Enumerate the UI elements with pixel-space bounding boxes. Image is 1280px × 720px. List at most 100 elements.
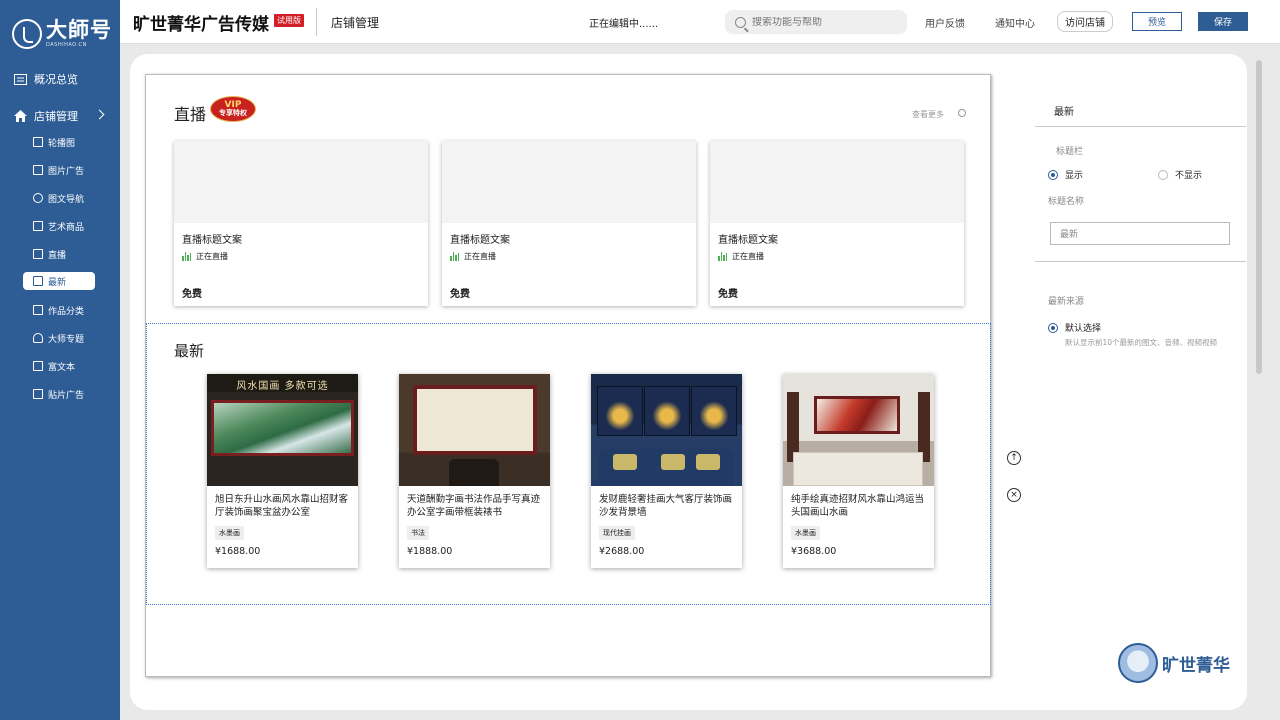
- latest-icon: [33, 276, 43, 286]
- product-tag: 水墨画: [215, 526, 244, 540]
- sidebar-item-category[interactable]: 作品分类: [33, 301, 84, 319]
- sidebar-item-label: 大师专题: [48, 334, 85, 345]
- sidebar-item-overview[interactable]: 概况总览: [14, 71, 78, 87]
- scrollbar[interactable]: [1256, 60, 1262, 374]
- sidebar-item-label: 概况总览: [34, 73, 78, 86]
- section-title: 店铺管理: [331, 16, 380, 30]
- live-price: 免费: [182, 289, 202, 300]
- patch-ad-icon: [33, 389, 43, 399]
- product-card[interactable]: 发财鹿轻奢挂画大气客厅装饰画沙发背景墙 现代挂画 ¥2688.00: [591, 374, 742, 568]
- sidebar-item-art-goods[interactable]: 艺术商品: [33, 217, 84, 235]
- config-divider: [1035, 261, 1246, 262]
- live-thumbnail: [442, 141, 696, 223]
- category-icon: [33, 305, 43, 315]
- config-divider: [1035, 126, 1246, 127]
- visit-store-button[interactable]: 访问店铺: [1057, 11, 1113, 32]
- image-icon: [33, 165, 43, 175]
- watermark-text: 旷世菁华: [1162, 655, 1230, 676]
- radio-label: 显示: [1065, 171, 1084, 181]
- notification-center-link[interactable]: 通知中心: [995, 15, 1035, 30]
- chevron-right-icon[interactable]: [94, 109, 105, 120]
- carousel-icon: [33, 137, 43, 147]
- radio-checked-icon: [1048, 169, 1058, 180]
- live-status-text: 正在直播: [464, 252, 496, 261]
- navigation-icon: [33, 193, 43, 203]
- title-name-input[interactable]: [1050, 222, 1230, 245]
- feedback-link[interactable]: 用户反馈: [925, 15, 965, 30]
- live-card[interactable]: 直播标题文案 正在直播 免费: [442, 141, 696, 306]
- show-radio[interactable]: 显示: [1048, 168, 1083, 181]
- chevron-circle-icon[interactable]: [958, 109, 966, 117]
- search-input[interactable]: [752, 16, 892, 28]
- product-image: [399, 374, 550, 486]
- default-source-radio[interactable]: 默认选择: [1048, 321, 1101, 334]
- save-button[interactable]: 保存: [1198, 12, 1248, 31]
- product-image-banner: 风水国画 多款可选: [236, 381, 329, 392]
- sidebar-item-live[interactable]: 直播: [33, 245, 66, 263]
- latest-section-title: 最新: [174, 342, 205, 360]
- logo[interactable]: 大師号 DASHIHAO.CN: [12, 14, 112, 54]
- product-image: [783, 374, 934, 486]
- radio-label: 默认选择: [1065, 324, 1102, 334]
- header-divider: [316, 8, 317, 36]
- product-price: ¥1688.00: [215, 546, 261, 557]
- sidebar-item-label: 轮播图: [48, 138, 76, 149]
- sidebar-item-label: 艺术商品: [48, 222, 85, 233]
- watermark-seal-icon: [1118, 643, 1158, 683]
- live-card-title: 直播标题文案: [182, 235, 242, 246]
- live-status-text: 正在直播: [196, 252, 228, 261]
- sidebar-item-label: 富文本: [48, 362, 76, 373]
- product-name: 纯手绘真迹招财风水靠山鸿运当头国画山水画: [791, 494, 925, 518]
- close-icon[interactable]: ×: [1007, 488, 1021, 502]
- live-card[interactable]: 直播标题文案 正在直播 免费: [174, 141, 428, 306]
- live-status: 正在直播: [182, 251, 228, 262]
- live-thumbnail: [710, 141, 964, 223]
- product-price: ¥2688.00: [599, 546, 645, 557]
- hide-radio[interactable]: 不显示: [1158, 168, 1202, 181]
- top-header: 旷世菁华广告传媒 试用版 店铺管理 正在编辑中...... 用户反馈 通知中心 …: [120, 0, 1280, 44]
- product-name: 旭日东升山水画风水靠山招财客厅装饰画聚宝盆办公室: [215, 494, 349, 518]
- brand-title: 旷世菁华广告传媒: [133, 15, 269, 35]
- art-goods-icon: [33, 221, 43, 231]
- vip-badge-bottom: 专享特权: [219, 109, 247, 117]
- live-bars-icon: [718, 252, 728, 261]
- live-status: 正在直播: [450, 251, 496, 262]
- sidebar-item-label: 直播: [48, 250, 67, 261]
- overview-icon: [14, 73, 27, 86]
- live-status: 正在直播: [718, 251, 764, 262]
- live-card[interactable]: 直播标题文案 正在直播 免费: [710, 141, 964, 306]
- product-price: ¥3688.00: [791, 546, 837, 557]
- default-source-hint: 默认显示前10个最新的图文、音频、视频视频: [1065, 338, 1218, 347]
- master-icon: [33, 333, 43, 343]
- product-card[interactable]: 天道酬勤字画书法作品手写真迹办公室字画带框装裱书 书法 ¥1888.00: [399, 374, 550, 568]
- sidebar-item-label: 最新: [48, 277, 67, 288]
- sidebar-item-image-ad[interactable]: 图片广告: [33, 161, 84, 179]
- preview-button[interactable]: 预览: [1132, 12, 1182, 31]
- product-tag: 水墨画: [791, 526, 820, 540]
- radio-label: 不显示: [1175, 171, 1203, 181]
- sidebar-item-richtext[interactable]: 富文本: [33, 357, 75, 375]
- title-name-label: 标题名称: [1048, 197, 1085, 207]
- product-price: ¥1888.00: [407, 546, 453, 557]
- sidebar-item-carousel[interactable]: 轮播图: [33, 133, 75, 151]
- product-card[interactable]: 纯手绘真迹招财风水靠山鸿运当头国画山水画 水墨画 ¥3688.00: [783, 374, 934, 568]
- search-box[interactable]: [725, 10, 907, 34]
- config-title: 最新: [1054, 107, 1074, 118]
- product-image: 风水国画 多款可选: [207, 374, 358, 486]
- sidebar: 大師号 DASHIHAO.CN 概况总览 店铺管理 轮播图 图片广告 图文导航 …: [0, 0, 120, 720]
- see-more-link[interactable]: 查看更多: [912, 109, 944, 120]
- sidebar-item-patch-ad[interactable]: 贴片广告: [33, 385, 84, 403]
- move-up-icon[interactable]: ↑: [1007, 451, 1021, 465]
- product-tag: 现代挂画: [599, 526, 635, 540]
- sidebar-item-nav[interactable]: 图文导航: [33, 189, 84, 207]
- live-card-title: 直播标题文案: [718, 235, 778, 246]
- live-status-text: 正在直播: [732, 252, 764, 261]
- product-name: 天道酬勤字画书法作品手写真迹办公室字画带框装裱书: [407, 494, 541, 518]
- sidebar-item-latest[interactable]: 最新: [23, 272, 95, 290]
- sidebar-item-master[interactable]: 大师专题: [33, 329, 84, 347]
- sidebar-item-label: 店铺管理: [34, 110, 78, 123]
- home-icon: [14, 110, 27, 123]
- sidebar-item-label: 贴片广告: [48, 390, 85, 401]
- product-card[interactable]: 风水国画 多款可选 旭日东升山水画风水靠山招财客厅装饰画聚宝盆办公室 水墨画 ¥…: [207, 374, 358, 568]
- sidebar-item-store-manage[interactable]: 店铺管理: [14, 108, 78, 124]
